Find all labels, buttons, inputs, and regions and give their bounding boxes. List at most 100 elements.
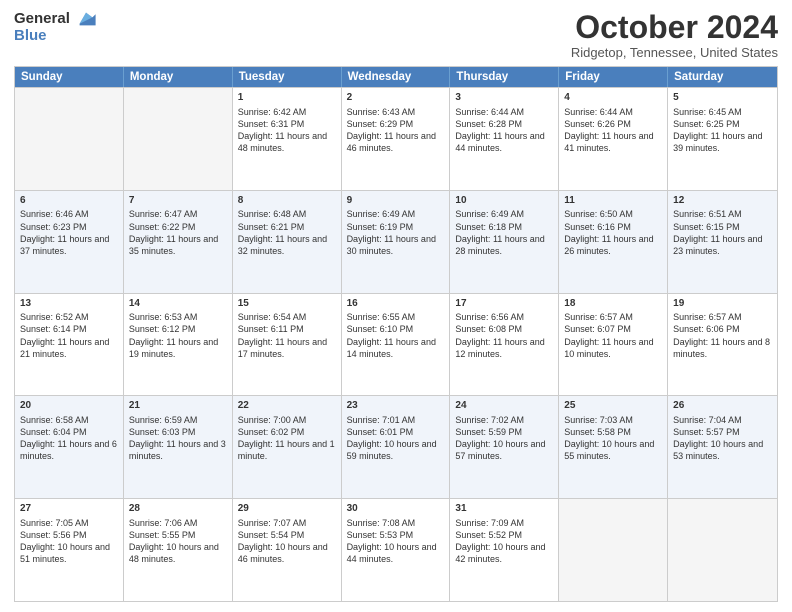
header-right: October 2024 Ridgetop, Tennessee, United… [571, 10, 778, 60]
day-number: 27 [20, 502, 118, 516]
day-number: 18 [564, 297, 662, 311]
logo-text: General [14, 10, 96, 27]
day-info: Sunrise: 6:46 AMSunset: 6:23 PMDaylight:… [20, 208, 118, 257]
logo-icon [76, 11, 96, 27]
day-info: Sunrise: 6:49 AMSunset: 6:18 PMDaylight:… [455, 208, 553, 257]
day-info: Sunrise: 7:02 AMSunset: 5:59 PMDaylight:… [455, 414, 553, 463]
header-cell-sunday: Sunday [15, 67, 124, 87]
day-cell-2: 2Sunrise: 6:43 AMSunset: 6:29 PMDaylight… [342, 88, 451, 190]
day-cell-17: 17Sunrise: 6:56 AMSunset: 6:08 PMDayligh… [450, 294, 559, 396]
day-cell-7: 7Sunrise: 6:47 AMSunset: 6:22 PMDaylight… [124, 191, 233, 293]
header-cell-tuesday: Tuesday [233, 67, 342, 87]
day-number: 2 [347, 91, 445, 105]
day-info: Sunrise: 6:47 AMSunset: 6:22 PMDaylight:… [129, 208, 227, 257]
empty-cell [559, 499, 668, 601]
day-info: Sunrise: 6:48 AMSunset: 6:21 PMDaylight:… [238, 208, 336, 257]
day-info: Sunrise: 6:57 AMSunset: 6:07 PMDaylight:… [564, 311, 662, 360]
day-cell-8: 8Sunrise: 6:48 AMSunset: 6:21 PMDaylight… [233, 191, 342, 293]
empty-cell [15, 88, 124, 190]
day-info: Sunrise: 7:01 AMSunset: 6:01 PMDaylight:… [347, 414, 445, 463]
day-info: Sunrise: 7:09 AMSunset: 5:52 PMDaylight:… [455, 517, 553, 566]
location: Ridgetop, Tennessee, United States [571, 45, 778, 60]
day-number: 12 [673, 194, 772, 208]
month-title: October 2024 [571, 10, 778, 45]
day-number: 25 [564, 399, 662, 413]
day-number: 20 [20, 399, 118, 413]
day-info: Sunrise: 7:00 AMSunset: 6:02 PMDaylight:… [238, 414, 336, 463]
day-cell-23: 23Sunrise: 7:01 AMSunset: 6:01 PMDayligh… [342, 396, 451, 498]
calendar-row-2: 6Sunrise: 6:46 AMSunset: 6:23 PMDaylight… [15, 190, 777, 293]
logo: General Blue [14, 10, 96, 45]
day-cell-28: 28Sunrise: 7:06 AMSunset: 5:55 PMDayligh… [124, 499, 233, 601]
day-info: Sunrise: 6:57 AMSunset: 6:06 PMDaylight:… [673, 311, 772, 360]
day-info: Sunrise: 6:55 AMSunset: 6:10 PMDaylight:… [347, 311, 445, 360]
day-cell-18: 18Sunrise: 6:57 AMSunset: 6:07 PMDayligh… [559, 294, 668, 396]
header-cell-thursday: Thursday [450, 67, 559, 87]
day-cell-9: 9Sunrise: 6:49 AMSunset: 6:19 PMDaylight… [342, 191, 451, 293]
day-number: 13 [20, 297, 118, 311]
day-info: Sunrise: 7:08 AMSunset: 5:53 PMDaylight:… [347, 517, 445, 566]
day-info: Sunrise: 7:06 AMSunset: 5:55 PMDaylight:… [129, 517, 227, 566]
day-cell-31: 31Sunrise: 7:09 AMSunset: 5:52 PMDayligh… [450, 499, 559, 601]
day-number: 7 [129, 194, 227, 208]
day-number: 15 [238, 297, 336, 311]
day-info: Sunrise: 6:52 AMSunset: 6:14 PMDaylight:… [20, 311, 118, 360]
day-number: 6 [20, 194, 118, 208]
day-cell-20: 20Sunrise: 6:58 AMSunset: 6:04 PMDayligh… [15, 396, 124, 498]
day-info: Sunrise: 6:49 AMSunset: 6:19 PMDaylight:… [347, 208, 445, 257]
day-number: 24 [455, 399, 553, 413]
day-number: 9 [347, 194, 445, 208]
day-cell-30: 30Sunrise: 7:08 AMSunset: 5:53 PMDayligh… [342, 499, 451, 601]
calendar-row-3: 13Sunrise: 6:52 AMSunset: 6:14 PMDayligh… [15, 293, 777, 396]
day-cell-6: 6Sunrise: 6:46 AMSunset: 6:23 PMDaylight… [15, 191, 124, 293]
empty-cell [124, 88, 233, 190]
calendar: SundayMondayTuesdayWednesdayThursdayFrid… [14, 66, 778, 602]
day-number: 28 [129, 502, 227, 516]
day-cell-4: 4Sunrise: 6:44 AMSunset: 6:26 PMDaylight… [559, 88, 668, 190]
day-info: Sunrise: 6:56 AMSunset: 6:08 PMDaylight:… [455, 311, 553, 360]
day-info: Sunrise: 6:59 AMSunset: 6:03 PMDaylight:… [129, 414, 227, 463]
day-number: 23 [347, 399, 445, 413]
day-info: Sunrise: 6:45 AMSunset: 6:25 PMDaylight:… [673, 106, 772, 155]
day-number: 19 [673, 297, 772, 311]
day-cell-24: 24Sunrise: 7:02 AMSunset: 5:59 PMDayligh… [450, 396, 559, 498]
day-cell-5: 5Sunrise: 6:45 AMSunset: 6:25 PMDaylight… [668, 88, 777, 190]
empty-cell [668, 499, 777, 601]
logo-blue: Blue [14, 27, 96, 44]
day-info: Sunrise: 7:04 AMSunset: 5:57 PMDaylight:… [673, 414, 772, 463]
day-number: 22 [238, 399, 336, 413]
day-cell-19: 19Sunrise: 6:57 AMSunset: 6:06 PMDayligh… [668, 294, 777, 396]
day-number: 29 [238, 502, 336, 516]
day-number: 10 [455, 194, 553, 208]
day-number: 14 [129, 297, 227, 311]
day-number: 30 [347, 502, 445, 516]
day-info: Sunrise: 7:05 AMSunset: 5:56 PMDaylight:… [20, 517, 118, 566]
calendar-body: 1Sunrise: 6:42 AMSunset: 6:31 PMDaylight… [15, 87, 777, 601]
day-number: 8 [238, 194, 336, 208]
header-cell-wednesday: Wednesday [342, 67, 451, 87]
day-number: 3 [455, 91, 553, 105]
day-info: Sunrise: 6:51 AMSunset: 6:15 PMDaylight:… [673, 208, 772, 257]
day-info: Sunrise: 6:43 AMSunset: 6:29 PMDaylight:… [347, 106, 445, 155]
calendar-row-1: 1Sunrise: 6:42 AMSunset: 6:31 PMDaylight… [15, 87, 777, 190]
day-cell-14: 14Sunrise: 6:53 AMSunset: 6:12 PMDayligh… [124, 294, 233, 396]
calendar-row-4: 20Sunrise: 6:58 AMSunset: 6:04 PMDayligh… [15, 395, 777, 498]
calendar-header: SundayMondayTuesdayWednesdayThursdayFrid… [15, 67, 777, 87]
day-info: Sunrise: 6:53 AMSunset: 6:12 PMDaylight:… [129, 311, 227, 360]
day-info: Sunrise: 6:54 AMSunset: 6:11 PMDaylight:… [238, 311, 336, 360]
day-cell-16: 16Sunrise: 6:55 AMSunset: 6:10 PMDayligh… [342, 294, 451, 396]
header-cell-monday: Monday [124, 67, 233, 87]
page-header: General Blue October 2024 Ridgetop, Tenn… [14, 10, 778, 60]
day-cell-15: 15Sunrise: 6:54 AMSunset: 6:11 PMDayligh… [233, 294, 342, 396]
day-number: 17 [455, 297, 553, 311]
day-cell-22: 22Sunrise: 7:00 AMSunset: 6:02 PMDayligh… [233, 396, 342, 498]
day-cell-12: 12Sunrise: 6:51 AMSunset: 6:15 PMDayligh… [668, 191, 777, 293]
day-info: Sunrise: 7:07 AMSunset: 5:54 PMDaylight:… [238, 517, 336, 566]
header-cell-friday: Friday [559, 67, 668, 87]
day-info: Sunrise: 6:58 AMSunset: 6:04 PMDaylight:… [20, 414, 118, 463]
day-info: Sunrise: 6:42 AMSunset: 6:31 PMDaylight:… [238, 106, 336, 155]
day-number: 4 [564, 91, 662, 105]
day-number: 1 [238, 91, 336, 105]
day-cell-29: 29Sunrise: 7:07 AMSunset: 5:54 PMDayligh… [233, 499, 342, 601]
day-cell-13: 13Sunrise: 6:52 AMSunset: 6:14 PMDayligh… [15, 294, 124, 396]
